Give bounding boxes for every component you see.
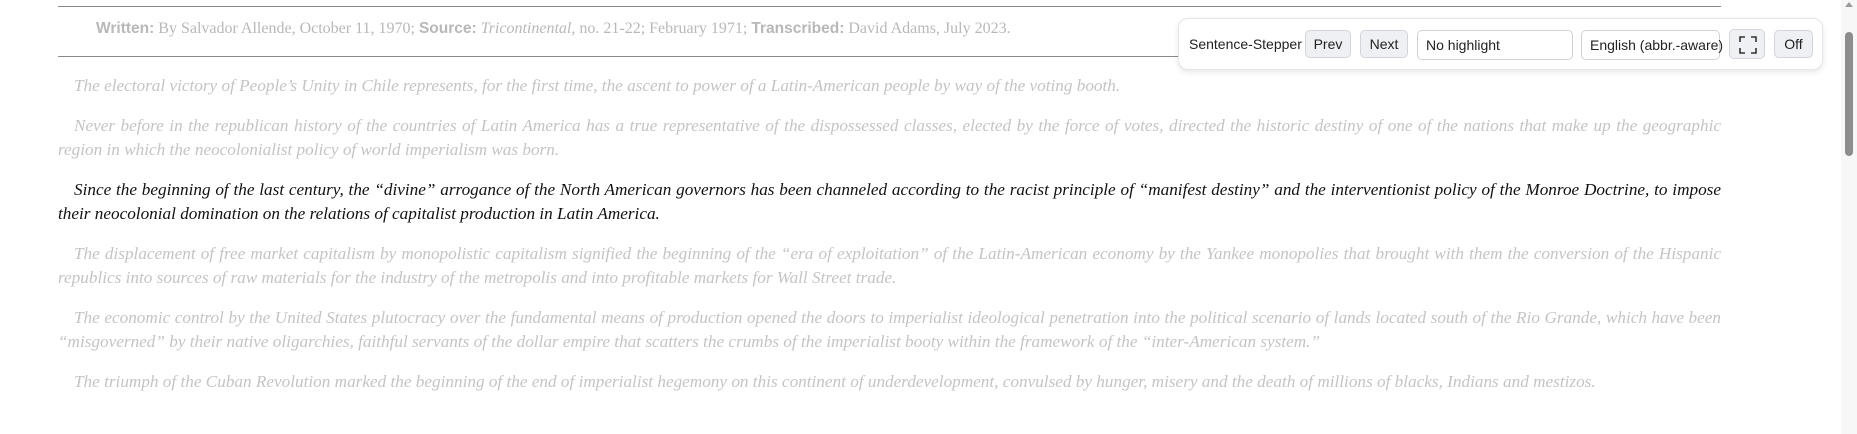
source-publication: Tricontinental — [480, 20, 572, 37]
scroll-up-arrow-icon[interactable] — [1845, 2, 1853, 7]
language-select[interactable]: English (abbr.-aware) — [1581, 30, 1724, 60]
source-details: , no. 21-22; February 1971; — [571, 20, 752, 37]
vertical-scrollbar[interactable] — [1841, 0, 1857, 434]
transcribed-label: Transcribed: — [751, 20, 845, 37]
next-button[interactable]: Next — [1360, 30, 1408, 58]
paragraph-5: The economic control by the United State… — [58, 308, 1721, 351]
paragraph-3-active: Since the beginning of the last century,… — [58, 180, 1721, 223]
toolbar-title: Sentence-Stepper — [1189, 36, 1302, 52]
focus-frame-icon — [1739, 36, 1757, 54]
written-label: Written: — [96, 20, 155, 37]
paragraph-6: The triumph of the Cuban Revolution mark… — [74, 372, 1596, 391]
paragraph-1: The electoral victory of People’s Unity … — [74, 76, 1121, 95]
scrollbar-thumb[interactable] — [1845, 32, 1853, 156]
paragraph-2: Never before in the republican history o… — [58, 116, 1721, 159]
language-select-value: English (abbr.-aware) — [1590, 37, 1724, 53]
off-button[interactable]: Off — [1774, 30, 1813, 58]
focus-mode-button[interactable] — [1729, 29, 1765, 59]
paragraph-4: The displacement of free market capitali… — [58, 244, 1721, 287]
highlight-select[interactable]: No highlight — [1417, 30, 1573, 60]
written-value: By Salvador Allende, October 11, 1970; — [154, 20, 419, 37]
sentence-stepper-toolbar: Sentence-Stepper Prev Next No highlight … — [1178, 18, 1823, 70]
transcribed-value: David Adams, July 2023. — [844, 20, 1011, 37]
header-top-rule — [58, 6, 1721, 7]
source-label: Source: — [418, 20, 477, 37]
prev-button[interactable]: Prev — [1305, 30, 1351, 58]
document-info-line: Written: By Salvador Allende, October 11… — [96, 20, 1011, 38]
highlight-select-value: No highlight — [1426, 37, 1500, 53]
